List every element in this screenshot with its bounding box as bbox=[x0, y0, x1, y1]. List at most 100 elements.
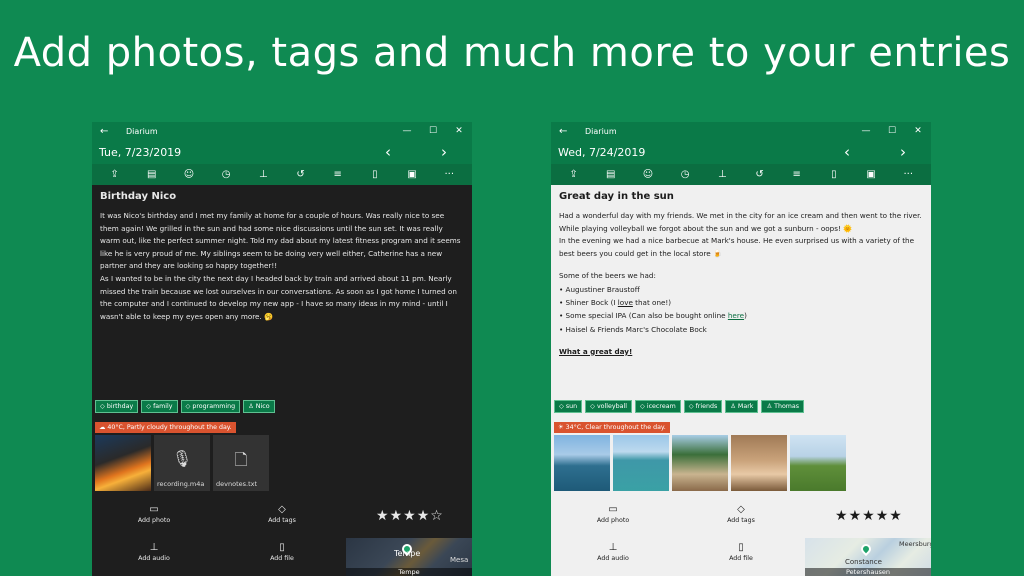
add-audio-button[interactable]: ⊥ Add audio bbox=[114, 542, 194, 562]
close-icon[interactable]: ✕ bbox=[905, 126, 931, 136]
entry-paragraph: As I wanted to be in the city the next d… bbox=[100, 273, 457, 321]
weather-badge: ☁ 40°C, Partly cloudy throughout the day… bbox=[95, 422, 236, 433]
star-filled-icon[interactable]: ★ bbox=[862, 508, 876, 524]
rating-stars[interactable]: ★★★★★ bbox=[835, 508, 903, 524]
entry-paragraph: Had a wonderful day with my friends. We … bbox=[559, 211, 922, 233]
entry-body[interactable]: Great day in the sun Had a wonderful day… bbox=[551, 185, 931, 397]
star-filled-icon[interactable]: ★ bbox=[849, 508, 863, 524]
maximize-icon[interactable]: ☐ bbox=[420, 126, 446, 136]
tag-list: ◇ birthday ◇ family ◇ programming ♙ Nico bbox=[92, 399, 472, 414]
add-tags-button[interactable]: ◇ Add tags bbox=[242, 504, 322, 524]
tag-chip[interactable]: ◇ volleyball bbox=[585, 400, 632, 413]
tag-chip[interactable]: ◇ birthday bbox=[95, 400, 139, 413]
clock-icon[interactable]: ◷ bbox=[673, 169, 697, 180]
star-filled-icon[interactable]: ★ bbox=[876, 508, 890, 524]
layout-icon[interactable]: ▤ bbox=[599, 169, 623, 180]
format-icon[interactable]: ≡ bbox=[785, 169, 809, 180]
star-filled-icon[interactable]: ★ bbox=[403, 508, 417, 524]
here-link[interactable]: here bbox=[728, 311, 744, 320]
location-map[interactable]: Constance Meersburg Petershausen bbox=[805, 538, 931, 576]
person-chip[interactable]: ♙ Thomas bbox=[761, 400, 805, 413]
person-chip[interactable]: ♙ Nico bbox=[243, 400, 275, 413]
file-icon: ▯ bbox=[738, 542, 744, 553]
entry-title: Birthday Nico bbox=[100, 191, 177, 202]
date-bar: Tue, 7/23/2019 ‹ › bbox=[92, 140, 472, 164]
delete-icon[interactable]: ▯ bbox=[363, 169, 387, 180]
file-name: recording.m4a bbox=[157, 480, 205, 488]
maximize-icon[interactable]: ☐ bbox=[879, 126, 905, 136]
entry-body[interactable]: Birthday Nico It was Nico's birthday and… bbox=[92, 185, 472, 397]
back-arrow-icon[interactable]: ← bbox=[559, 126, 573, 137]
history-icon[interactable]: ↺ bbox=[748, 169, 772, 180]
star-filled-icon[interactable]: ★ bbox=[390, 508, 404, 524]
tag-chip[interactable]: ◇ friends bbox=[683, 400, 723, 413]
list-text: ) bbox=[744, 311, 747, 321]
person-icon: ♙ bbox=[730, 403, 736, 410]
more-icon[interactable]: ··· bbox=[896, 169, 920, 180]
date-bar: Wed, 7/24/2019 ‹ › bbox=[551, 140, 931, 164]
microphone-icon[interactable]: ⊥ bbox=[251, 169, 275, 180]
previous-day-icon[interactable]: ‹ bbox=[819, 143, 875, 161]
photo-thumbnail-swimming[interactable] bbox=[613, 435, 669, 491]
photo-thumbnail-feet[interactable] bbox=[731, 435, 787, 491]
star-filled-icon[interactable]: ★ bbox=[835, 508, 849, 524]
photo-thumbnail-grill[interactable] bbox=[95, 435, 151, 491]
file-icon: 🗋 bbox=[234, 450, 248, 469]
star-filled-icon[interactable]: ★ bbox=[417, 508, 431, 524]
tag-icon: ◇ bbox=[688, 403, 694, 410]
rating-stars[interactable]: ★★★★☆ bbox=[376, 508, 444, 524]
back-arrow-icon[interactable]: ← bbox=[100, 126, 114, 137]
star-empty-icon[interactable]: ☆ bbox=[430, 508, 444, 524]
attachments bbox=[551, 435, 931, 491]
entry-paragraph: In the evening we had a nice barbecue at… bbox=[559, 236, 915, 258]
add-audio-button[interactable]: ⊥ Add audio bbox=[573, 542, 653, 562]
layout-icon[interactable]: ▤ bbox=[140, 169, 164, 180]
person-chip[interactable]: ♙ Mark bbox=[725, 400, 759, 413]
tag-chip[interactable]: ◇ icecream bbox=[635, 400, 681, 413]
tag-chip[interactable]: ◇ programming bbox=[180, 400, 241, 413]
entry-title: Great day in the sun bbox=[559, 191, 674, 202]
location-map[interactable]: Tempe Mesa Tempe bbox=[346, 538, 472, 576]
map-location-label: Petershausen bbox=[805, 568, 931, 576]
save-icon[interactable]: ▣ bbox=[859, 169, 883, 180]
share-icon[interactable]: ⇪ bbox=[103, 169, 127, 180]
image-icon: ▭ bbox=[608, 504, 618, 515]
next-day-icon[interactable]: › bbox=[875, 143, 931, 161]
add-photo-button[interactable]: ▭ Add photo bbox=[573, 504, 653, 524]
close-icon[interactable]: ✕ bbox=[446, 126, 472, 136]
microphone-icon[interactable]: ⊥ bbox=[710, 169, 734, 180]
tag-chip[interactable]: ◇ sun bbox=[554, 400, 583, 413]
minimize-icon[interactable]: — bbox=[394, 126, 420, 136]
audio-attachment[interactable]: 🎙 recording.m4a bbox=[154, 435, 210, 491]
tag-label: Mark bbox=[737, 403, 754, 410]
star-filled-icon[interactable]: ★ bbox=[889, 508, 903, 524]
format-icon[interactable]: ≡ bbox=[326, 169, 350, 180]
share-icon[interactable]: ⇪ bbox=[562, 169, 586, 180]
add-file-button[interactable]: ▯ Add file bbox=[701, 542, 781, 562]
minimize-icon[interactable]: — bbox=[853, 126, 879, 136]
emoji-icon[interactable]: ☺ bbox=[636, 169, 660, 180]
list-text: • Shiner Bock (I bbox=[559, 298, 618, 308]
entry-date: Wed, 7/24/2019 bbox=[558, 145, 646, 159]
photo-thumbnail-beach[interactable] bbox=[672, 435, 728, 491]
emoji-icon[interactable]: ☺ bbox=[177, 169, 201, 180]
map-pin-icon bbox=[858, 541, 874, 557]
save-icon[interactable]: ▣ bbox=[400, 169, 424, 180]
previous-day-icon[interactable]: ‹ bbox=[360, 143, 416, 161]
list-text: • Some special IPA (Can also be bought o… bbox=[559, 311, 728, 321]
file-icon: ▯ bbox=[279, 542, 285, 553]
clock-icon[interactable]: ◷ bbox=[214, 169, 238, 180]
more-icon[interactable]: ··· bbox=[437, 169, 461, 180]
underlined-text: love bbox=[617, 298, 633, 308]
next-day-icon[interactable]: › bbox=[416, 143, 472, 161]
tag-chip[interactable]: ◇ family bbox=[141, 400, 178, 413]
add-tags-button[interactable]: ◇ Add tags bbox=[701, 504, 781, 524]
photo-thumbnail-lake[interactable] bbox=[554, 435, 610, 491]
star-filled-icon[interactable]: ★ bbox=[376, 508, 390, 524]
delete-icon[interactable]: ▯ bbox=[822, 169, 846, 180]
history-icon[interactable]: ↺ bbox=[289, 169, 313, 180]
add-file-button[interactable]: ▯ Add file bbox=[242, 542, 322, 562]
photo-thumbnail-meadow[interactable] bbox=[790, 435, 846, 491]
file-attachment[interactable]: 🗋 devnotes.txt bbox=[213, 435, 269, 491]
add-photo-button[interactable]: ▭ Add photo bbox=[114, 504, 194, 524]
